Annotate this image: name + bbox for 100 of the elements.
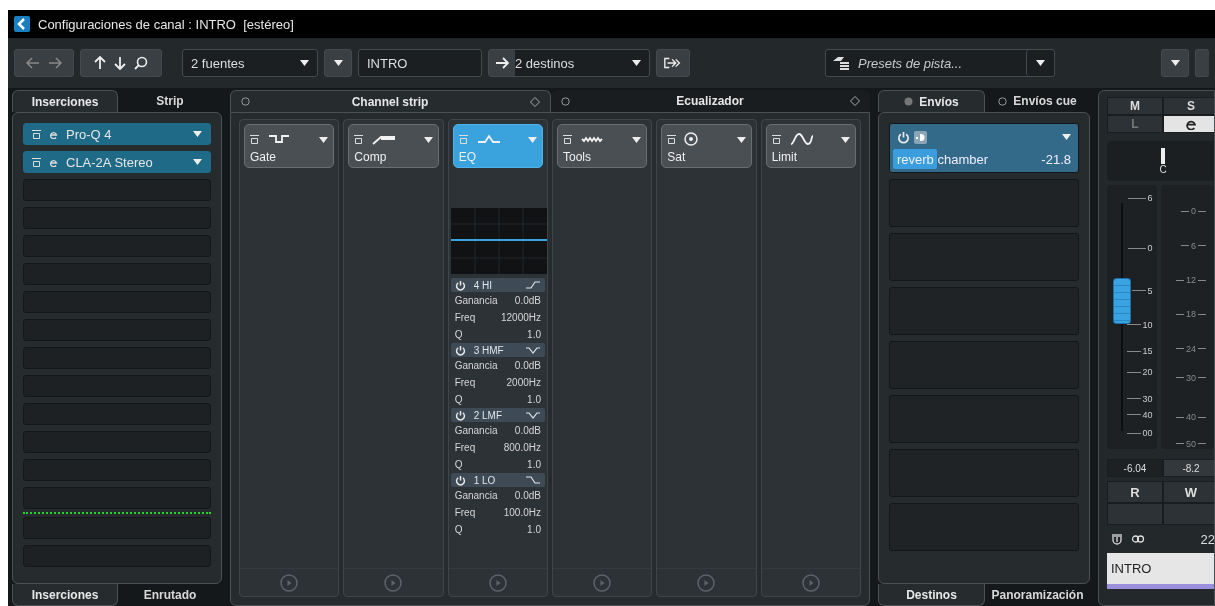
- send-name: reverb chamber: [897, 151, 989, 167]
- caret-icon[interactable]: [300, 60, 309, 66]
- bypass-icon[interactable]: [32, 129, 41, 139]
- dropdown-button[interactable]: [324, 49, 352, 77]
- insert-slot[interactable]: Pro-Q 4: [23, 123, 211, 145]
- power-icon[interactable]: [454, 344, 466, 356]
- band-header[interactable]: 1 LO: [450, 473, 545, 487]
- back-arrow-icon[interactable]: [26, 57, 40, 69]
- play-circle-icon[interactable]: [384, 573, 403, 592]
- bypass-icon[interactable]: [250, 134, 259, 144]
- link-icon[interactable]: [1131, 535, 1145, 543]
- panel-tab[interactable]: Envíos: [878, 90, 985, 112]
- section-header: Channel strip: [230, 90, 551, 112]
- play-circle-icon[interactable]: [697, 573, 716, 592]
- radio-circle-icon[interactable]: [904, 97, 914, 106]
- presets-input[interactable]: Presets de pista...: [856, 54, 976, 72]
- param-value[interactable]: 12000Hz: [500, 312, 541, 323]
- radio-circle-icon[interactable]: [561, 96, 570, 106]
- param-value[interactable]: 0.0dB: [514, 425, 541, 436]
- diamond-icon[interactable]: [850, 96, 860, 106]
- export-arrow-icon[interactable]: [663, 56, 683, 70]
- caret-icon[interactable]: [632, 137, 642, 143]
- caret-icon[interactable]: [736, 137, 746, 143]
- history-nav-button[interactable]: [14, 49, 74, 77]
- dropdown-button[interactable]: [1161, 49, 1189, 77]
- power-icon[interactable]: [454, 279, 466, 291]
- forward-arrow-icon[interactable]: [48, 57, 62, 69]
- dial-icon: [684, 132, 699, 146]
- band-header[interactable]: 2 LMF: [450, 408, 545, 422]
- bypass-icon[interactable]: [771, 134, 781, 144]
- bypass-icon[interactable]: [354, 134, 364, 144]
- module-header[interactable]: Comp: [348, 124, 439, 168]
- diamond-icon[interactable]: [530, 96, 540, 107]
- caret-icon[interactable]: [1036, 60, 1045, 66]
- output-routing-button[interactable]: [656, 49, 690, 77]
- limiter-curve-icon: [788, 132, 815, 146]
- param-value[interactable]: 1.0: [527, 394, 541, 405]
- power-icon[interactable]: [454, 409, 466, 421]
- param-value[interactable]: 0.0dB: [514, 360, 541, 371]
- bypass-icon[interactable]: [563, 134, 572, 144]
- radio-circle-icon[interactable]: [998, 96, 1008, 106]
- play-circle-icon[interactable]: [593, 573, 612, 592]
- up-arrow-icon[interactable]: [94, 56, 106, 70]
- channel-nav-button[interactable]: [80, 49, 162, 77]
- caret-icon[interactable]: [319, 137, 329, 143]
- destinations-dropdown[interactable]: 2 destinos: [488, 49, 650, 77]
- edit-icon[interactable]: [1185, 118, 1197, 130]
- caret-icon[interactable]: [632, 60, 641, 66]
- write-button[interactable]: W: [1163, 481, 1214, 503]
- param-value[interactable]: 100.0Hz: [503, 507, 541, 518]
- send-level-bar[interactable]: reverb chamber -21.8: [893, 149, 1075, 169]
- caret-icon[interactable]: [840, 137, 850, 143]
- power-icon[interactable]: [454, 474, 466, 486]
- param-value[interactable]: 1.0: [527, 329, 541, 340]
- scale-label: 24: [1176, 343, 1206, 354]
- caret-icon[interactable]: [333, 60, 343, 66]
- band-header[interactable]: 4 HI: [450, 278, 545, 292]
- fader-handle[interactable]: [1113, 278, 1131, 325]
- panel-tab[interactable]: Destinos: [878, 584, 985, 606]
- panel-tab[interactable]: Inserciones: [12, 90, 118, 112]
- mute-button[interactable]: M: [1107, 97, 1163, 115]
- insert-slot[interactable]: CLA-2A Stereo: [23, 151, 211, 173]
- caret-icon[interactable]: [423, 137, 433, 143]
- param-value[interactable]: 0.0dB: [514, 490, 541, 501]
- module-header[interactable]: Tools: [557, 124, 648, 168]
- panel-toggle-button[interactable]: [1195, 49, 1209, 77]
- read-button[interactable]: R: [1107, 481, 1163, 503]
- band-header[interactable]: 3 HMF: [450, 343, 545, 357]
- play-circle-icon[interactable]: [488, 573, 507, 592]
- sources-dropdown[interactable]: 2 fuentes: [182, 49, 318, 77]
- play-circle-icon[interactable]: [801, 573, 820, 592]
- channel-name-field[interactable]: INTRO: [358, 49, 482, 77]
- edit-button[interactable]: [1163, 115, 1214, 133]
- module-header[interactable]: Limit: [765, 124, 856, 168]
- param-value[interactable]: 1.0: [527, 524, 541, 535]
- down-arrow-icon[interactable]: [114, 56, 126, 70]
- fader-track[interactable]: 6 0 5 10 15 20 30 40 00: [1107, 185, 1157, 449]
- send-slot[interactable]: reverb chamber -21.8: [889, 123, 1079, 173]
- solo-button[interactable]: S: [1163, 97, 1214, 115]
- input-monitor-icon[interactable]: [1111, 533, 1123, 545]
- module-header[interactable]: Sat: [661, 124, 752, 168]
- param-value[interactable]: 2000Hz: [506, 377, 541, 388]
- radio-circle-icon[interactable]: [241, 97, 250, 106]
- pre-post-icon[interactable]: [914, 130, 927, 144]
- module-header[interactable]: Gate: [244, 124, 335, 168]
- presets-field[interactable]: Presets de pista...: [825, 49, 1055, 77]
- param-label: Q: [454, 329, 463, 340]
- play-circle-icon[interactable]: [280, 573, 299, 592]
- param-value[interactable]: 1.0: [527, 459, 541, 470]
- param-value[interactable]: 800.0Hz: [503, 442, 541, 453]
- power-icon[interactable]: [897, 130, 910, 144]
- pan-control[interactable]: C: [1107, 141, 1214, 181]
- scale-label: 20: [1126, 367, 1153, 378]
- search-icon[interactable]: [134, 56, 148, 70]
- volume-readout: -6.04: [1107, 459, 1163, 477]
- bypass-icon[interactable]: [667, 134, 677, 144]
- caret-icon[interactable]: [1170, 60, 1180, 66]
- panel-tab[interactable]: Inserciones: [12, 584, 118, 606]
- bypass-icon[interactable]: [32, 157, 41, 167]
- param-value[interactable]: 0.0dB: [514, 295, 541, 306]
